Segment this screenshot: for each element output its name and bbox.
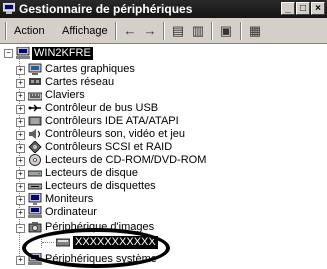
- tree-item[interactable]: + Contrôleurs IDE ATA/ATAPI: [0, 115, 300, 128]
- tree-item-label: Contrôleurs IDE ATA/ATAPI: [45, 115, 179, 127]
- toolbar-separator: [115, 22, 117, 40]
- network-adapter-icon: [29, 78, 41, 85]
- scsi-icon: [28, 141, 42, 153]
- expand-toggle[interactable]: +: [16, 105, 25, 114]
- tree-item[interactable]: + Lecteurs de CD-ROM/DVD-ROM: [0, 154, 300, 167]
- show-hide-tree-icon[interactable]: ▥: [188, 22, 208, 40]
- expand-toggle[interactable]: +: [16, 183, 25, 192]
- toolbar-separator: [163, 22, 165, 40]
- expand-toggle[interactable]: +: [16, 256, 25, 265]
- expand-toggle[interactable]: +: [16, 92, 25, 101]
- tree-item-selected[interactable]: XXXXXXXXXXX: [0, 236, 300, 249]
- collapse-toggle[interactable]: −: [16, 224, 25, 233]
- tree-item[interactable]: + Moniteurs: [0, 193, 300, 206]
- cdrom-icon: [29, 154, 41, 166]
- expand-toggle[interactable]: +: [16, 79, 25, 88]
- expand-toggle[interactable]: +: [16, 66, 25, 75]
- tree-item-label: Lecteurs de disquettes: [45, 180, 156, 192]
- tree-item[interactable]: + Lecteurs de disque: [0, 167, 300, 180]
- menu-action[interactable]: Action: [14, 25, 45, 37]
- monitor-icon: [28, 193, 42, 205]
- minimize-button[interactable]: _: [281, 2, 295, 15]
- tree-item-label: Lecteurs de disque: [45, 167, 138, 179]
- scanner-icon: [56, 238, 70, 247]
- tree-item[interactable]: + Ordinateur: [0, 206, 300, 219]
- floppy-icon: [28, 183, 42, 190]
- tree-item-label: Claviers: [45, 89, 85, 101]
- tree-item-label: Périphériques système: [45, 253, 157, 265]
- expand-toggle[interactable]: +: [16, 170, 25, 179]
- toolbar-separator: [211, 22, 213, 40]
- toolbar-separator: [240, 22, 242, 40]
- menu-affichage[interactable]: Affichage: [62, 25, 108, 37]
- properties-icon[interactable]: ▣: [216, 22, 236, 40]
- sound-icon: [29, 129, 40, 139]
- window-title: Gestionnaire de périphériques: [19, 2, 193, 16]
- computer-icon: [28, 206, 42, 218]
- tree-item-label: Cartes graphiques: [45, 63, 135, 75]
- title-bar: Gestionnaire de périphériques _ □ ×: [0, 0, 327, 18]
- tree-item[interactable]: + Claviers: [0, 89, 300, 102]
- tree-item-label: Contrôleurs son, vidéo et jeu: [45, 128, 186, 140]
- device-tree[interactable]: − WIN2KFRE + Cartes graphiques + Cartes …: [0, 45, 327, 269]
- tree-item-label: Cartes réseau: [45, 76, 115, 88]
- tree-item[interactable]: + Lecteurs de disquettes: [0, 180, 300, 193]
- tree-item-label: Lecteurs de CD-ROM/DVD-ROM: [45, 154, 207, 166]
- tree-item-label: XXXXXXXXXXX: [73, 236, 158, 249]
- system-devices-icon: [28, 253, 42, 265]
- tree-item[interactable]: + Cartes réseau: [0, 76, 300, 89]
- tree-item[interactable]: + Contrôleurs son, vidéo et jeu: [0, 128, 300, 141]
- back-arrow-icon[interactable]: ←: [120, 22, 140, 40]
- up-folder-icon[interactable]: ▤: [168, 22, 188, 40]
- expand-toggle[interactable]: +: [16, 131, 25, 140]
- tree-item-label: Moniteurs: [45, 193, 94, 205]
- collapse-toggle[interactable]: −: [4, 49, 13, 58]
- expand-toggle[interactable]: +: [16, 118, 25, 127]
- keyboard-icon: [28, 92, 42, 101]
- tree-item-label: Ordinateur: [45, 206, 97, 218]
- tree-root[interactable]: − WIN2KFRE: [0, 47, 160, 60]
- tree-item[interactable]: + Contrôleurs SCSI et RAID: [0, 141, 300, 154]
- tree-item-expanded[interactable]: − Périphérique d'images: [0, 221, 300, 234]
- expand-toggle[interactable]: +: [16, 157, 25, 166]
- toolbar-grip: [5, 22, 7, 40]
- tree-item-label: Contrôleur de bus USB: [45, 102, 159, 114]
- menu-toolbar: Action Affichage ← → ▤ ▥ ▣ ▦: [0, 18, 327, 44]
- forward-arrow-icon[interactable]: →: [140, 22, 160, 40]
- imaging-device-icon: [28, 222, 42, 233]
- usb-icon: [28, 104, 41, 112]
- ide-controller-icon: [28, 116, 42, 126]
- maximize-button[interactable]: □: [296, 2, 310, 15]
- tree-item[interactable]: + Périphériques système: [0, 253, 300, 266]
- device-manager-icon: [3, 3, 15, 14]
- expand-toggle[interactable]: +: [16, 209, 25, 218]
- expand-toggle[interactable]: +: [16, 196, 25, 205]
- refresh-icon[interactable]: ▦: [245, 22, 265, 40]
- tree-item-label: Périphérique d'images: [45, 221, 155, 233]
- expand-toggle[interactable]: +: [16, 144, 25, 153]
- display-adapter-icon: [28, 63, 42, 75]
- computer-icon: [16, 47, 30, 59]
- disk-drive-icon: [28, 170, 42, 177]
- root-label: WIN2KFRE: [32, 47, 93, 60]
- tree-item[interactable]: + Contrôleur de bus USB: [0, 102, 300, 115]
- tree-item[interactable]: + Cartes graphiques: [0, 63, 300, 76]
- tree-connector: [42, 242, 54, 243]
- tree-item-label: Contrôleurs SCSI et RAID: [45, 141, 173, 153]
- close-button[interactable]: ×: [311, 2, 325, 15]
